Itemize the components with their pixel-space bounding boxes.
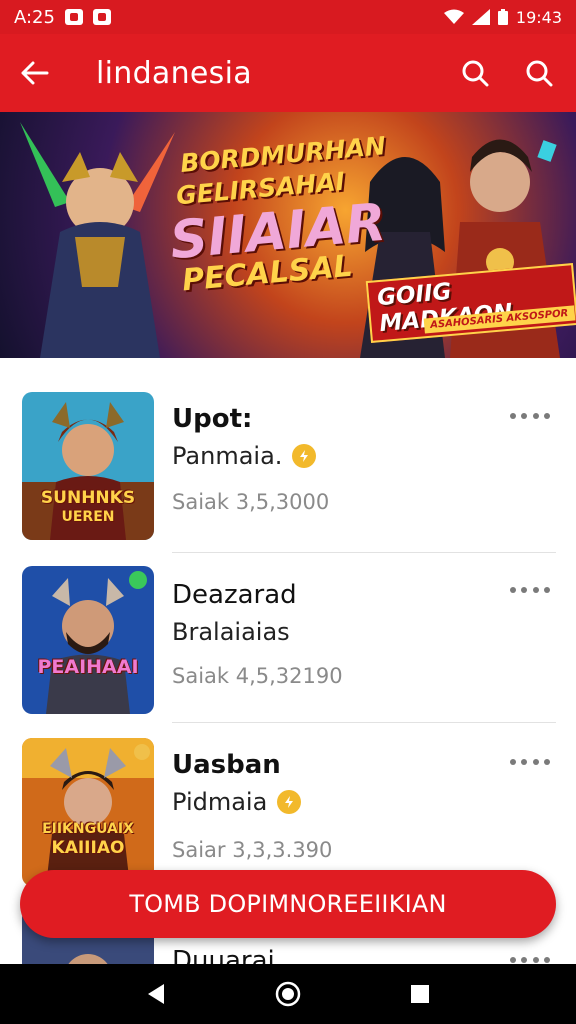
install-cta-button[interactable]: TOMB DOPIMNOREEIIKIAN (20, 870, 556, 938)
back-button[interactable] (0, 34, 70, 112)
nav-home-button[interactable] (268, 974, 308, 1014)
game-meta: Saiar 3,3,3.390 (172, 838, 333, 862)
app-actions (452, 50, 576, 96)
notification-icon (64, 9, 83, 25)
game-title: Upot: (172, 404, 253, 434)
thumb-label: PEAIHAAI (37, 656, 139, 678)
signal-icon (471, 9, 490, 25)
nav-back-button[interactable] (136, 974, 176, 1014)
battery-icon (497, 9, 508, 25)
game-thumbnail: PEAIHAAI (22, 566, 154, 714)
game-meta: Saiak 3,5,3000 (172, 490, 330, 514)
status-right: 19:43 (443, 7, 562, 27)
more-options-button[interactable] (510, 580, 550, 600)
app-bar: lindanesia (0, 34, 576, 112)
nav-recents-button[interactable] (400, 974, 440, 1014)
system-nav-bar (0, 964, 576, 1024)
game-title: Uasban (172, 750, 281, 780)
list-item[interactable]: PEAIHAAI Deazarad Bralaiaias Saiak 4,5,3… (0, 542, 576, 723)
search-button[interactable] (516, 50, 562, 96)
game-thumbnail: EIIKNGUAIX KAIIIAO (22, 738, 154, 886)
search-icon (526, 60, 553, 87)
game-publisher-label: Pidmaia (172, 788, 268, 816)
game-publisher-label: Bralaiaias (172, 618, 290, 646)
thumb-label: SUNHNKS (40, 488, 136, 508)
status-time: A:25 (14, 6, 55, 28)
back-triangle-icon (148, 984, 164, 1004)
game-title: Deazarad (172, 580, 297, 610)
list-item[interactable]: SUNHNKS UEREN Upot: Panmaia. Saiak 3,5,3… (0, 370, 576, 553)
game-publisher-label: Panmaia. (172, 442, 283, 470)
verified-icon (292, 444, 317, 468)
home-circle-icon (275, 981, 301, 1007)
wifi-icon (443, 9, 464, 24)
game-publisher: Panmaia. (172, 442, 317, 470)
search-button[interactable] (452, 50, 498, 96)
thumb-label: KAIIIAO (51, 838, 125, 858)
page-title: lindanesia (96, 55, 252, 91)
search-icon (462, 60, 489, 87)
verified-icon (277, 790, 302, 814)
thumb-label: UEREN (61, 509, 115, 525)
recents-square-icon (411, 985, 429, 1003)
game-publisher: Pidmaia (172, 788, 302, 816)
status-bar: A:25 19:43 (0, 0, 576, 34)
thumb-label: EIIKNGUAIX (42, 821, 134, 837)
game-thumbnail: SUNHNKS UEREN (22, 392, 154, 540)
more-options-button[interactable] (510, 406, 550, 426)
status-clock: 19:43 (515, 7, 562, 27)
promo-banner[interactable]: BORDMURHAN GELIRSAHAI SIIAIAR PECALSAL G… (0, 112, 576, 358)
list-item[interactable]: EIIKNGUAIX KAIIIAO Uasban Pidmaia Saiar … (0, 714, 576, 886)
back-arrow-icon (21, 61, 49, 85)
more-options-button[interactable] (510, 752, 550, 772)
notification-icon (92, 9, 111, 25)
game-publisher: Bralaiaias (172, 618, 290, 646)
game-meta: Saiak 4,5,32190 (172, 664, 343, 688)
